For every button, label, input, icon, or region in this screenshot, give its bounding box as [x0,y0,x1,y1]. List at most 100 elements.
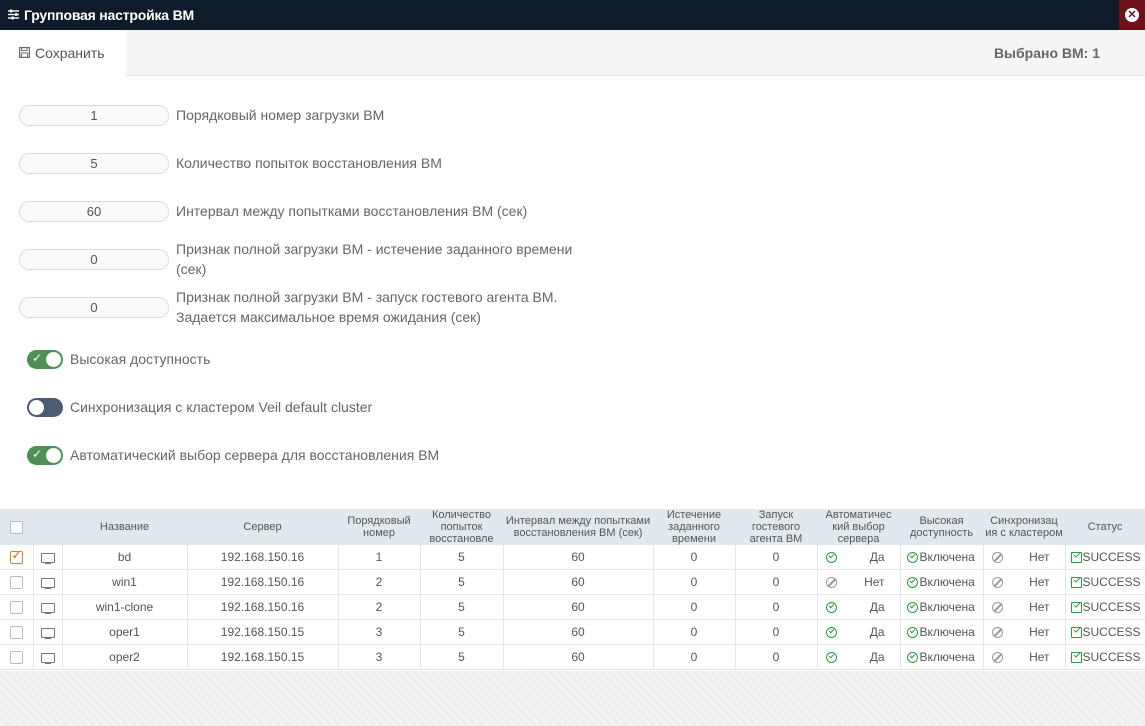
vm-sync-cell: Нет [983,545,1066,570]
status-value: SUCCESS [1082,575,1141,589]
recovery-attempts-label: Количество попыток восстановления ВМ [176,153,442,173]
vm-ha-cell: Включена [900,594,984,620]
server-column-header[interactable]: Сервер [187,509,339,545]
auto-server-select-toggle[interactable]: ✓ [27,446,63,465]
toggle-knob [46,352,61,367]
row-checkbox[interactable] [9,549,23,565]
check-circle-icon [906,551,918,563]
close-icon[interactable]: ✕ [1125,8,1139,22]
check-square-icon [1070,652,1082,664]
interval-column-header[interactable]: Интервал между попытками восстановления … [503,509,654,545]
select-all-checkbox[interactable] [9,520,23,534]
ban-icon [991,651,1003,663]
selected-vm-count: Выбрано ВМ: 1 [993,45,1100,61]
vm-name-cell[interactable]: win1-clone [62,594,188,620]
vm-ha-cell: Включена [900,619,984,645]
attempts-column-header[interactable]: Количество попыток восстановле [420,509,504,545]
vm-timeout-cell: 0 [653,545,736,570]
check-square-icon [1070,602,1082,614]
title-bar: Групповая настройка ВМ ✕ [0,0,1145,30]
high-availability-toggle[interactable]: ✓ [27,350,63,369]
ha-value: Включена [919,625,975,639]
status-column-header[interactable]: Статус [1065,509,1145,545]
agent-column-header[interactable]: Запуск гостевого агента ВМ [735,509,818,545]
check-circle-icon [906,651,918,663]
check-circle-icon [825,651,837,663]
empty-area [0,671,1145,726]
vm-interval-cell: 60 [503,569,654,595]
vm-timeout-cell: 0 [653,594,736,620]
vm-status-cell: SUCCESS [1065,594,1145,620]
monitor-icon [40,577,55,589]
row-select-cell[interactable] [0,644,34,670]
ha-value: Включена [919,650,975,664]
table-row[interactable]: oper1 192.168.150.15 3 5 60 0 0 Да Включена Нет SU… [0,619,1145,645]
vm-name-cell[interactable]: oper2 [62,644,188,670]
row-checkbox[interactable] [9,601,23,615]
cluster-sync-toggle[interactable] [27,398,63,417]
row-select-cell[interactable] [0,619,34,645]
vm-order-cell: 2 [338,569,421,595]
vm-agent-cell: 0 [735,619,818,645]
recovery-interval-input[interactable]: 60 [19,201,169,222]
vm-name-cell[interactable]: oper1 [62,619,188,645]
vm-name-cell[interactable]: win1 [62,569,188,595]
close-button[interactable]: ✕ [1119,0,1145,30]
vm-server-cell: 192.168.150.16 [187,569,339,595]
status-value: SUCCESS [1082,550,1141,564]
vm-attempts-cell: 5 [420,644,504,670]
recovery-interval-label: Интервал между попытками восстановления … [176,201,527,221]
ha-value: Включена [919,575,975,589]
order-column-header[interactable]: Порядковый номер [338,509,421,545]
vm-auto-select-cell: Да [817,644,901,670]
vm-sync-cell: Нет [983,619,1066,645]
sync-column-header[interactable]: Синхронизац ия с кластером [983,509,1066,545]
table-row[interactable]: oper2 192.168.150.15 3 5 60 0 0 Да Включена Нет SU… [0,644,1145,670]
row-select-cell[interactable] [0,569,34,595]
vm-status-cell: SUCCESS [1065,569,1145,595]
vm-type-cell [33,644,63,670]
row-checkbox[interactable] [9,651,23,665]
timeout-column-header[interactable]: Истечение заданного времени [653,509,736,545]
table-row[interactable]: bd192.168.150.16156000ДаВключенаНетSUCCE… [0,545,1145,570]
save-button[interactable]: Сохранить [0,30,126,76]
boot-timeout-input[interactable]: 0 [19,249,169,270]
ban-icon [991,626,1003,638]
boot-order-input[interactable]: 1 [19,105,169,126]
vm-timeout-cell: 0 [653,644,736,670]
name-column-header[interactable]: Название [62,509,188,545]
recovery-attempts-input[interactable]: 5 [19,153,169,174]
status-value: SUCCESS [1082,600,1141,614]
boot-timeout-label-line1: Признак полной загрузки ВМ - истечение з… [176,241,573,257]
select-all-header[interactable] [0,509,34,545]
vm-table: Название Сервер Порядковый номер Количес… [0,509,1145,670]
row-checkbox[interactable] [9,626,23,640]
guest-agent-timeout-label-line1: Признак полной загрузки ВМ - запуск гост… [176,289,558,305]
ha-column-header[interactable]: Высокая доступность [900,509,984,545]
recovery-interval-label-text: Интервал между попытками восстановления … [176,203,528,219]
row-select-cell[interactable] [0,594,34,620]
vm-type-cell [33,569,63,595]
toggle-knob [46,448,61,463]
ban-icon [991,601,1003,613]
vm-server-cell: 192.168.150.16 [187,545,339,570]
check-icon: ✓ [32,351,43,365]
row-checkbox[interactable] [9,576,23,590]
vm-attempts-cell: 5 [420,619,504,645]
auto-select-value: Да [869,600,885,614]
vm-interval-cell: 60 [503,594,654,620]
save-label[interactable]: Сохранить [35,45,105,61]
table-row[interactable]: win1-clone 192.168.150.16 2 5 60 0 0 Да Включена… [0,594,1145,620]
vm-interval-cell: 60 [503,644,654,670]
auto-select-column-header[interactable]: Автоматичес кий выбор сервера [817,509,901,545]
check-circle-icon [906,601,918,613]
vm-name-cell[interactable]: bd [62,545,188,570]
guest-agent-timeout-input[interactable]: 0 [19,297,169,318]
vm-interval-cell: 60 [503,545,654,570]
vm-auto-select-cell: Нет [817,569,901,595]
check-icon: ✓ [32,447,43,461]
vm-sync-cell: Нет [983,594,1066,620]
table-row[interactable]: win1 192.168.150.16 2 5 60 0 0 Нет Включена Нет SU… [0,569,1145,595]
table-header-row: Название Сервер Порядковый номер Количес… [0,509,1145,545]
row-select-cell[interactable] [0,545,34,570]
